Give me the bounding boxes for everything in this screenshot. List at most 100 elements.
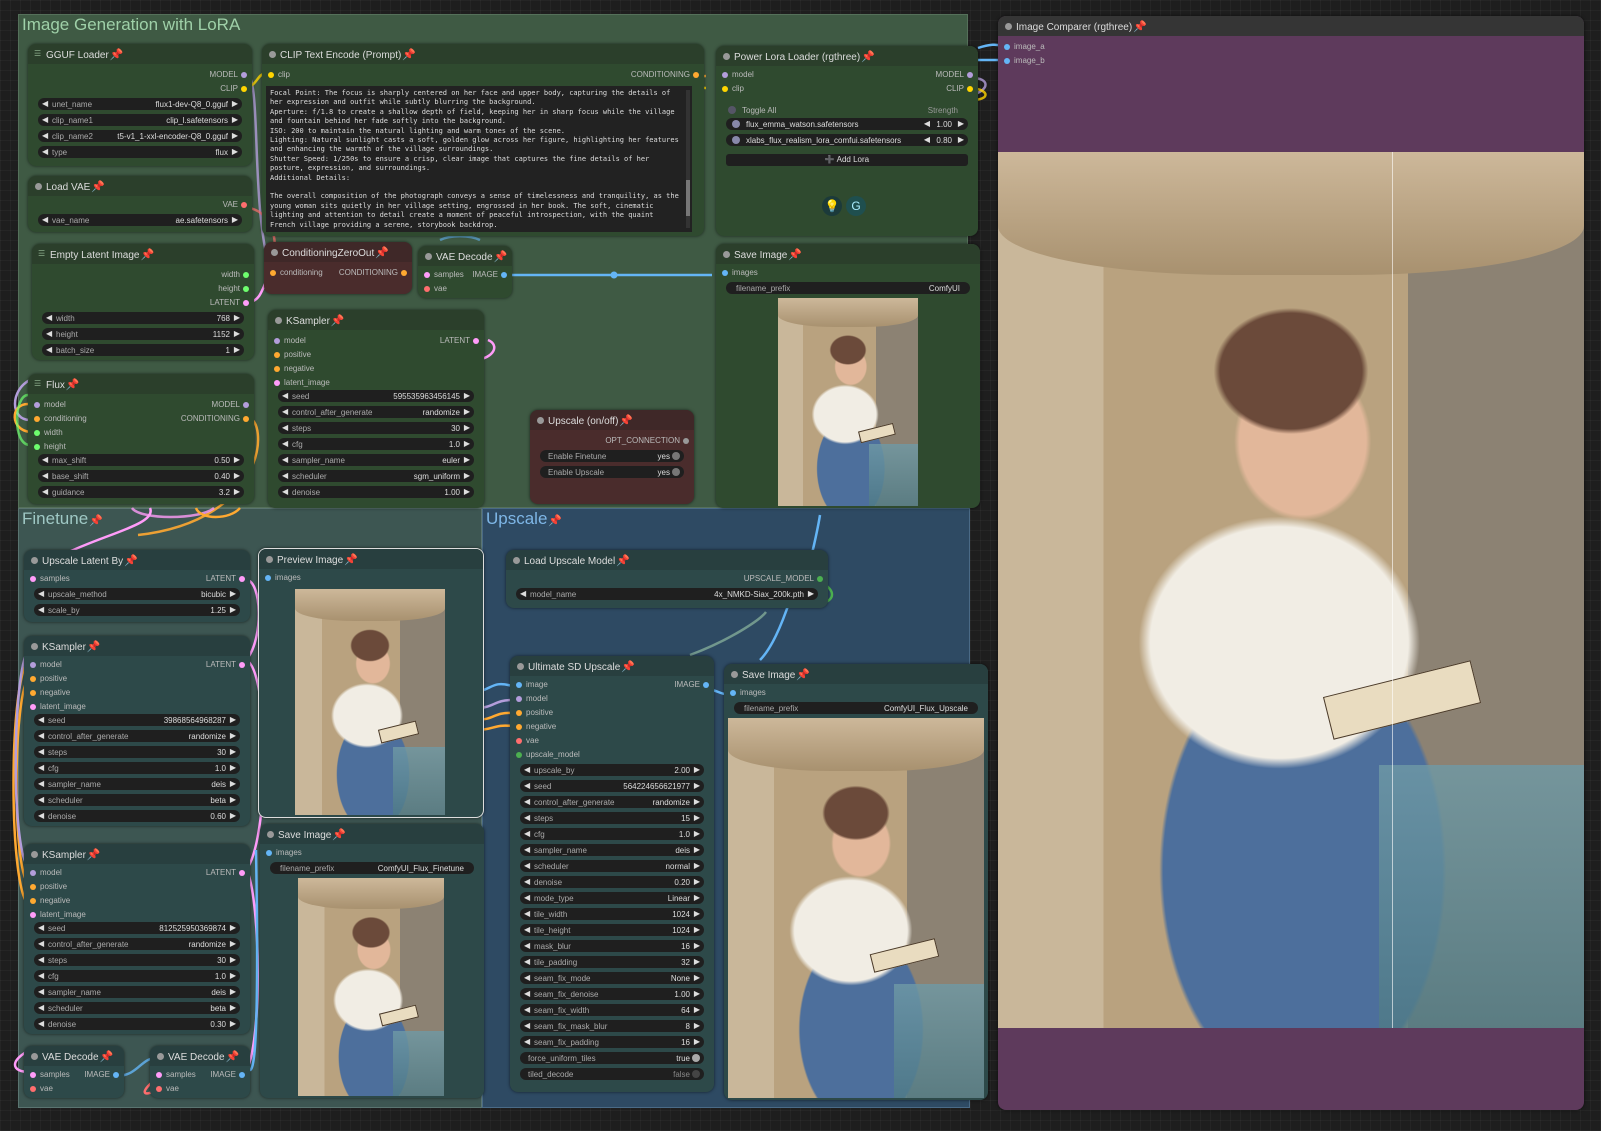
input-socket[interactable]: [30, 884, 36, 890]
arrow-left-icon[interactable]: ◀: [520, 589, 526, 598]
vae-decode-finetune-2-node[interactable]: VAE Decode📌 samples IMAGE vae: [150, 1046, 250, 1098]
collapse-dot-icon[interactable]: [266, 556, 273, 563]
arrow-right-icon[interactable]: ▶: [694, 829, 700, 838]
conditioning-zero-out-node[interactable]: ConditioningZeroOut📌 conditioning CONDITI…: [264, 242, 412, 294]
arrow-right-icon[interactable]: ▶: [694, 765, 700, 774]
widget-height[interactable]: ◀ height 1152 ▶: [42, 328, 244, 340]
arrow-right-icon[interactable]: ▶: [230, 731, 236, 740]
widget-cfg[interactable]: ◀ cfg 1.0 ▶: [34, 970, 240, 982]
toggle-tiled-decode[interactable]: tiled_decode false: [520, 1068, 704, 1080]
collapse-dot-icon[interactable]: [269, 51, 276, 58]
output-socket[interactable]: [693, 72, 699, 78]
ultimate-sd-upscale-node[interactable]: Ultimate SD Upscale📌 image IMAGE model po…: [510, 656, 714, 1092]
arrow-right-icon[interactable]: ▶: [230, 1003, 236, 1012]
arrow-right-icon[interactable]: ▶: [694, 781, 700, 790]
collapse-dot-icon[interactable]: [723, 251, 730, 258]
input-socket[interactable]: [516, 696, 522, 702]
empty-latent-node[interactable]: ☰ Empty Latent Image📌 width height LATENT…: [32, 244, 254, 360]
input-socket[interactable]: [156, 1072, 162, 1078]
widget-max-shift[interactable]: ◀ max_shift 0.50 ▶: [38, 454, 244, 466]
collapse-dot-icon[interactable]: [723, 53, 730, 60]
arrow-right-icon[interactable]: ▶: [234, 487, 240, 496]
arrow-right-icon[interactable]: ▶: [234, 455, 240, 464]
toggle-force-uniform-tiles[interactable]: force_uniform_tiles true: [520, 1052, 704, 1064]
lora-toggle-icon[interactable]: [732, 120, 740, 128]
toggle-all-icon[interactable]: [728, 106, 736, 114]
output-socket[interactable]: [243, 402, 249, 408]
collapse-dot-icon[interactable]: [157, 1053, 164, 1060]
output-socket[interactable]: [241, 72, 247, 78]
widget-clip-name1[interactable]: ◀ clip_name1 clip_l.safetensors ▶: [38, 114, 242, 126]
arrow-right-icon[interactable]: ▶: [464, 407, 470, 416]
arrow-left-icon[interactable]: ◀: [524, 1021, 530, 1030]
arrow-right-icon[interactable]: ▶: [230, 589, 236, 598]
arrow-left-icon[interactable]: ◀: [524, 813, 530, 822]
arrow-right-icon[interactable]: ▶: [232, 99, 238, 108]
save-image-upscale-node[interactable]: Save Image📌 images filename_prefix ComfyU…: [724, 664, 988, 1100]
arrow-right-icon[interactable]: ▶: [694, 1037, 700, 1046]
widget-cfg[interactable]: ◀ cfg 1.0 ▶: [520, 828, 704, 840]
input-socket[interactable]: [30, 912, 36, 918]
arrow-right-icon[interactable]: ▶: [230, 939, 236, 948]
node-header[interactable]: VAE Decode📌: [150, 1046, 250, 1066]
widget-scheduler[interactable]: ◀ scheduler beta ▶: [34, 794, 240, 806]
arrow-right-icon[interactable]: ▶: [694, 861, 700, 870]
toggle-knob-icon[interactable]: [692, 1070, 700, 1078]
arrow-left-icon[interactable]: ◀: [524, 877, 530, 886]
widget-tile-width[interactable]: ◀ tile_width 1024 ▶: [520, 908, 704, 920]
arrow-left-icon[interactable]: ◀: [38, 923, 44, 932]
arrow-left-icon[interactable]: ◀: [38, 589, 44, 598]
arrow-left-icon[interactable]: ◀: [524, 797, 530, 806]
node-header[interactable]: Load Upscale Model📌: [506, 550, 828, 570]
arrow-left-icon[interactable]: ◀: [524, 845, 530, 854]
widget-control-after-generate[interactable]: ◀ control_after_generate randomize ▶: [34, 730, 240, 742]
arrow-left-icon[interactable]: ◀: [282, 471, 288, 480]
widget-denoise[interactable]: ◀ denoise 1.00 ▶: [278, 486, 474, 498]
arrow-left-icon[interactable]: ◀: [38, 795, 44, 804]
arrow-right-icon[interactable]: ▶: [234, 329, 240, 338]
arrow-right-icon[interactable]: ▶: [694, 877, 700, 886]
output-socket[interactable]: [501, 272, 507, 278]
arrow-right-icon[interactable]: ▶: [230, 779, 236, 788]
input-socket[interactable]: [30, 704, 36, 710]
arrow-right-icon[interactable]: ▶: [464, 487, 470, 496]
node-header[interactable]: KSampler📌: [24, 636, 250, 656]
load-vae-node[interactable]: Load VAE📌 VAE ◀ vae_name ae.safetensors ▶: [28, 176, 252, 232]
arrow-right-icon[interactable]: ▶: [232, 115, 238, 124]
arrow-right-icon[interactable]: ▶: [694, 813, 700, 822]
arrow-left-icon[interactable]: ◀: [282, 407, 288, 416]
gguf-loader-node[interactable]: ☰ GGUF Loader📌 MODEL CLIP ◀ unet_name flux1…: [28, 44, 252, 166]
collapse-dot-icon[interactable]: [517, 663, 524, 670]
arrow-left-icon[interactable]: ◀: [524, 925, 530, 934]
collapse-dot-icon[interactable]: [731, 671, 738, 678]
arrow-left-icon[interactable]: ◀: [38, 1003, 44, 1012]
toggle-knob-icon[interactable]: [692, 1054, 700, 1062]
load-upscale-model-node[interactable]: Load Upscale Model📌 UPSCALE_MODEL ◀ model…: [506, 550, 828, 608]
input-socket[interactable]: [266, 850, 272, 856]
widget-base-shift[interactable]: ◀ base_shift 0.40 ▶: [38, 470, 244, 482]
arrow-right-icon[interactable]: ▶: [808, 589, 814, 598]
add-lora-button[interactable]: ➕ Add Lora: [726, 154, 968, 166]
arrow-left-icon[interactable]: ◀: [924, 119, 930, 128]
arrow-left-icon[interactable]: ◀: [38, 715, 44, 724]
input-socket[interactable]: [274, 338, 280, 344]
input-socket[interactable]: [1004, 58, 1010, 64]
toggle-knob-icon[interactable]: [672, 468, 680, 476]
input-socket[interactable]: [270, 270, 276, 276]
widget-tile-padding[interactable]: ◀ tile_padding 32 ▶: [520, 956, 704, 968]
widget-unet-name[interactable]: ◀ unet_name flux1-dev-Q8_0.gguf ▶: [38, 98, 242, 110]
arrow-right-icon[interactable]: ▶: [234, 471, 240, 480]
output-socket[interactable]: [401, 270, 407, 276]
save-image-node[interactable]: Save Image📌 images filename_prefix ComfyU…: [716, 244, 980, 508]
arrow-left-icon[interactable]: ◀: [46, 313, 52, 322]
arrow-right-icon[interactable]: ▶: [694, 989, 700, 998]
arrow-left-icon[interactable]: ◀: [524, 893, 530, 902]
arrow-left-icon[interactable]: ◀: [42, 471, 48, 480]
arrow-right-icon[interactable]: ▶: [230, 795, 236, 804]
node-header[interactable]: Load VAE📌: [28, 176, 252, 196]
collapse-dot-icon[interactable]: [31, 643, 38, 650]
node-header[interactable]: Save Image📌: [716, 244, 980, 264]
scrollbar-thumb[interactable]: [686, 180, 690, 216]
output-socket[interactable]: [967, 72, 973, 78]
image-comparer-node[interactable]: Image Comparer (rgthree)📌 image_a image_…: [998, 16, 1584, 1110]
